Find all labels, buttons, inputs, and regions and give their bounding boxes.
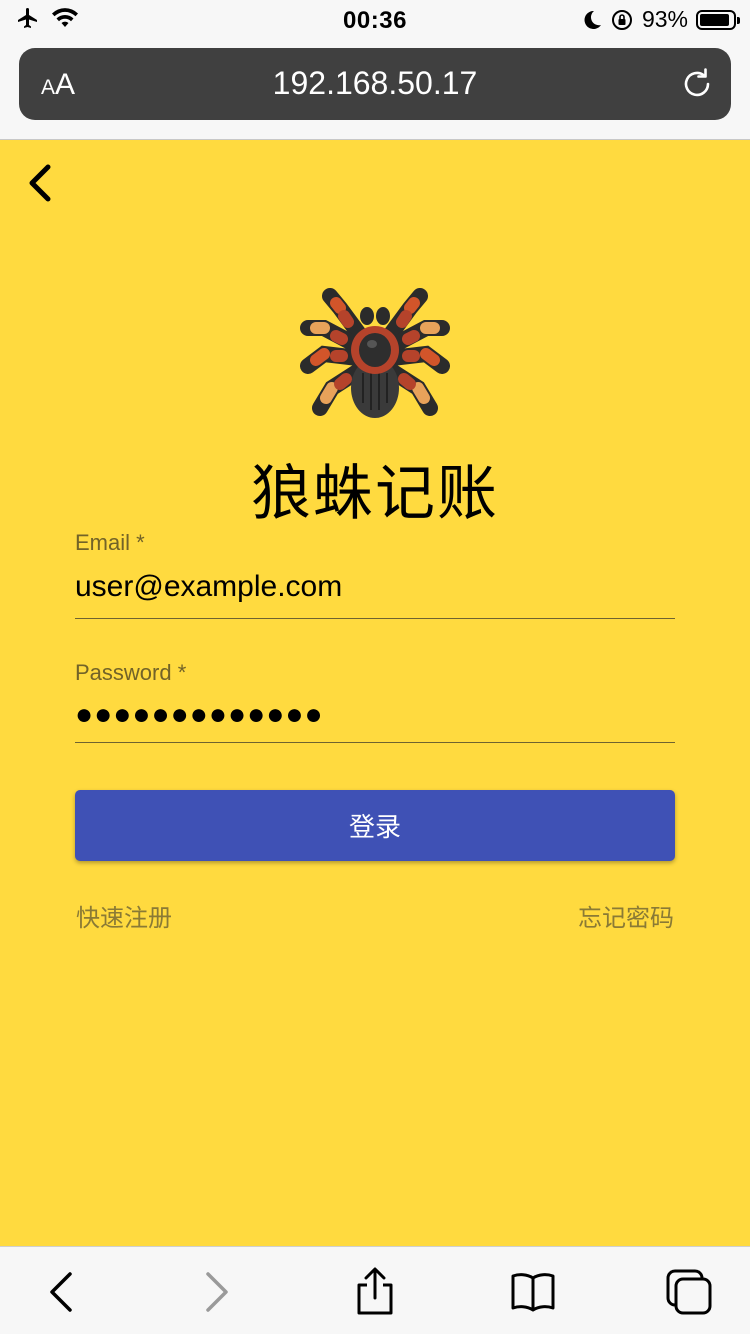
email-input[interactable]: user@example.com xyxy=(75,570,675,604)
battery-level xyxy=(700,13,730,26)
tarantula-logo-icon xyxy=(300,288,450,418)
status-bar: 00:36 93% xyxy=(0,0,750,40)
login-page: 狼蛛记账 Email * user@example.com Password *… xyxy=(0,140,750,1246)
back-button[interactable] xyxy=(36,1267,86,1317)
battery-percent: 93% xyxy=(641,6,688,32)
url-text[interactable]: 192.168.50.17 xyxy=(19,65,731,102)
password-underline xyxy=(75,742,675,743)
bookmarks-button[interactable] xyxy=(508,1267,558,1317)
forgot-password-link[interactable]: 忘记密码 xyxy=(578,898,674,933)
share-button[interactable] xyxy=(350,1267,400,1317)
battery-icon xyxy=(696,9,740,30)
bookmarks-icon xyxy=(511,1273,555,1312)
tabs-button[interactable] xyxy=(664,1267,714,1317)
email-field[interactable]: Email * user@example.com xyxy=(75,530,675,619)
status-right: 93% xyxy=(582,6,740,33)
forward-icon xyxy=(206,1272,228,1312)
password-input[interactable]: ●●●●●●●●●●●●● xyxy=(75,698,675,732)
moon-icon xyxy=(584,10,601,29)
password-field[interactable]: Password * ●●●●●●●●●●●●● xyxy=(75,660,675,743)
share-icon xyxy=(357,1267,393,1315)
login-button[interactable]: 登录 xyxy=(75,790,675,861)
browser-toolbar xyxy=(0,1246,750,1334)
reload-icon[interactable] xyxy=(679,66,715,102)
back-arrow-icon[interactable] xyxy=(22,160,58,206)
tabs-icon xyxy=(666,1269,712,1315)
app-title: 狼蛛记账 xyxy=(251,459,499,529)
password-label: Password * xyxy=(75,660,187,685)
orientation-lock-icon xyxy=(611,9,632,30)
register-link[interactable]: 快速注册 xyxy=(76,898,172,933)
back-icon xyxy=(50,1272,72,1312)
browser-header: AA 192.168.50.17 xyxy=(0,40,750,140)
address-bar[interactable]: AA 192.168.50.17 xyxy=(19,48,731,120)
email-underline xyxy=(75,618,675,619)
email-label: Email * xyxy=(75,530,145,555)
forward-button[interactable] xyxy=(192,1267,242,1317)
